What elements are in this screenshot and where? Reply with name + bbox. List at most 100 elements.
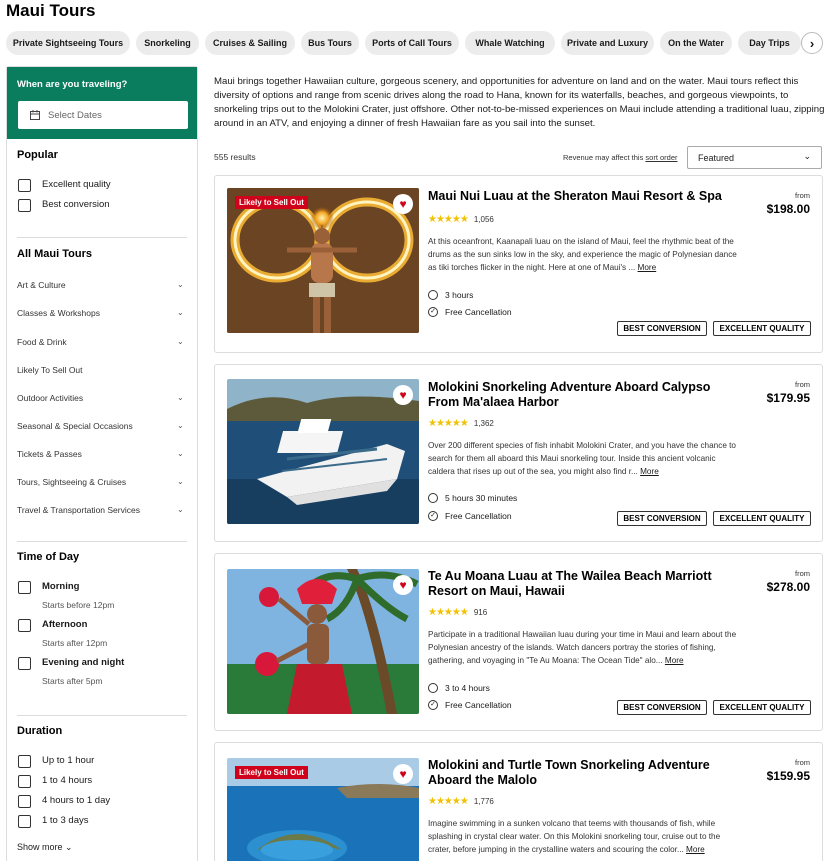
price-from: from: [795, 380, 810, 389]
excellent-quality-tag: EXCELLENT QUALITY: [713, 321, 811, 336]
category-outdoor[interactable]: Outdoor Activities: [17, 393, 83, 403]
calendar-icon: [30, 110, 40, 120]
chevron-right-icon: ›: [809, 35, 815, 51]
duration-label: 4 hours to 1 day: [42, 795, 111, 806]
evening-checkbox[interactable]: [18, 657, 31, 670]
category-seasonal[interactable]: Seasonal & Special Occasions: [17, 421, 133, 431]
chip-on-the-water[interactable]: On the Water: [660, 31, 732, 55]
check-circle-icon: ✓: [428, 700, 438, 710]
chevron-down-icon[interactable]: ⌄: [177, 337, 184, 346]
tour-title[interactable]: Molokini Snorkeling Adventure Aboard Cal…: [428, 380, 728, 410]
tour-card[interactable]: Likely to Sell Out ♥ Maui Nui Luau at th…: [214, 175, 823, 353]
excellent-quality-checkbox[interactable]: [18, 179, 31, 192]
tour-title[interactable]: Te Au Moana Luau at The Wailea Beach Mar…: [428, 569, 728, 599]
tour-title[interactable]: Molokini and Turtle Town Snorkeling Adve…: [428, 758, 728, 788]
chip-whale-watching[interactable]: Whale Watching: [465, 31, 555, 55]
more-link[interactable]: More: [640, 467, 659, 476]
results-count: 555 results: [214, 152, 256, 162]
chip-bus-tours[interactable]: Bus Tours: [301, 31, 359, 55]
chevron-down-icon[interactable]: ⌄: [177, 421, 184, 430]
duration-label: 1 to 3 days: [42, 815, 89, 826]
category-likely-sell-out[interactable]: Likely To Sell Out: [17, 365, 83, 375]
tour-description: At this oceanfront, Kaanapali luau on th…: [428, 235, 740, 274]
chip-snorkeling[interactable]: Snorkeling: [136, 31, 199, 55]
cancellation-text: Free Cancellation: [445, 700, 512, 710]
chevron-down-icon[interactable]: ⌄: [177, 393, 184, 402]
sort-select[interactable]: Featured ⌄: [687, 146, 822, 169]
more-link[interactable]: More: [638, 263, 657, 272]
price-from: from: [795, 758, 810, 767]
best-conversion-tag: BEST CONVERSION: [617, 700, 707, 715]
morning-checkbox[interactable]: [18, 581, 31, 594]
duration-heading: Duration: [17, 725, 63, 737]
chevron-down-icon[interactable]: ⌄: [177, 308, 184, 317]
more-link[interactable]: More: [665, 656, 684, 665]
heart-icon[interactable]: ♥: [393, 575, 413, 595]
tour-title[interactable]: Maui Nui Luau at the Sheraton Maui Resor…: [428, 189, 728, 204]
tour-card[interactable]: ♥ Te Au Moana Luau at The Wailea Beach M…: [214, 553, 823, 731]
chip-day-trips[interactable]: Day Trips: [738, 31, 801, 55]
chevron-down-icon[interactable]: ⌄: [177, 280, 184, 289]
duration-1-3d-checkbox[interactable]: [18, 815, 31, 828]
star-rating-icon: ★★★★★: [428, 796, 469, 807]
duration-4h-1d-checkbox[interactable]: [18, 795, 31, 808]
heart-icon[interactable]: ♥: [393, 385, 413, 405]
evening-label: Evening and night: [42, 657, 125, 668]
tour-description: Imagine swimming in a sunken volcano tha…: [428, 817, 740, 856]
duration-text: 3 hours: [445, 290, 474, 300]
tour-duration: 5 hours 30 minutes: [428, 493, 517, 503]
duration-text: 5 hours 30 minutes: [445, 493, 518, 503]
category-art-culture[interactable]: Art & Culture: [17, 280, 66, 290]
category-tickets[interactable]: Tickets & Passes: [17, 449, 82, 459]
select-dates-placeholder: Select Dates: [48, 109, 102, 121]
show-more-link[interactable]: Show more ⌄: [17, 842, 73, 853]
category-food-drink[interactable]: Food & Drink: [17, 337, 67, 347]
category-tours-cruises[interactable]: Tours, Sightseeing & Cruises: [17, 477, 126, 487]
more-link[interactable]: More: [686, 845, 705, 854]
free-cancellation: ✓ Free Cancellation: [428, 700, 512, 710]
tour-image[interactable]: ♥: [227, 379, 419, 524]
category-chips: Private Sightseeing Tours Snorkeling Cru…: [6, 31, 827, 55]
chip-ports-of-call[interactable]: Ports of Call Tours: [365, 31, 459, 55]
duration-label: 1 to 4 hours: [42, 775, 93, 786]
tour-image[interactable]: Likely to Sell Out ♥: [227, 758, 419, 861]
travel-date-title: When are you traveling?: [17, 79, 128, 90]
category-classes[interactable]: Classes & Workshops: [17, 308, 100, 318]
check-circle-icon: ✓: [428, 307, 438, 317]
description-text: Imagine swimming in a sunken volcano tha…: [428, 819, 721, 854]
tour-image[interactable]: Likely to Sell Out ♥: [227, 188, 419, 333]
select-dates-input[interactable]: Select Dates: [18, 101, 188, 129]
category-travel-transport[interactable]: Travel & Transportation Services: [17, 505, 140, 515]
sort-order-link[interactable]: sort order: [645, 153, 677, 162]
duration-up-to-1h-checkbox[interactable]: [18, 755, 31, 768]
morning-sub: Starts before 12pm: [42, 600, 115, 610]
tour-card[interactable]: Likely to Sell Out ♥ Molokini and Turtle…: [214, 742, 823, 861]
tour-duration: 3 hours: [428, 290, 473, 300]
heart-icon[interactable]: ♥: [393, 764, 413, 784]
likely-to-sell-out-badge: Likely to Sell Out: [235, 766, 308, 779]
chevron-down-icon[interactable]: ⌄: [177, 477, 184, 486]
chevron-down-icon: ⌄: [65, 842, 73, 852]
chevron-down-icon[interactable]: ⌄: [177, 449, 184, 458]
popular-heading: Popular: [17, 149, 58, 161]
heart-icon[interactable]: ♥: [393, 194, 413, 214]
travel-date-box: When are you traveling? Select Dates: [7, 67, 197, 139]
tour-card[interactable]: ♥ Molokini Snorkeling Adventure Aboard C…: [214, 364, 823, 542]
tour-image[interactable]: ♥: [227, 569, 419, 714]
divider: [17, 715, 187, 716]
divider: [17, 541, 187, 542]
chips-next-button[interactable]: ›: [801, 32, 823, 54]
check-circle-icon: ✓: [428, 511, 438, 521]
morning-label: Morning: [42, 581, 80, 592]
chevron-down-icon[interactable]: ⌄: [177, 505, 184, 514]
filters-sidebar: When are you traveling? Select Dates Pop…: [6, 66, 198, 861]
afternoon-sub: Starts after 12pm: [42, 638, 108, 648]
intro-text: Maui brings together Hawaiian culture, g…: [214, 76, 825, 129]
chip-private-luxury[interactable]: Private and Luxury: [561, 31, 654, 55]
tour-description: Over 200 different species of fish inhab…: [428, 439, 740, 478]
afternoon-checkbox[interactable]: [18, 619, 31, 632]
best-conversion-checkbox[interactable]: [18, 199, 31, 212]
chip-cruises[interactable]: Cruises & Sailing: [205, 31, 295, 55]
duration-1-4h-checkbox[interactable]: [18, 775, 31, 788]
chip-private-sightseeing[interactable]: Private Sightseeing Tours: [6, 31, 130, 55]
